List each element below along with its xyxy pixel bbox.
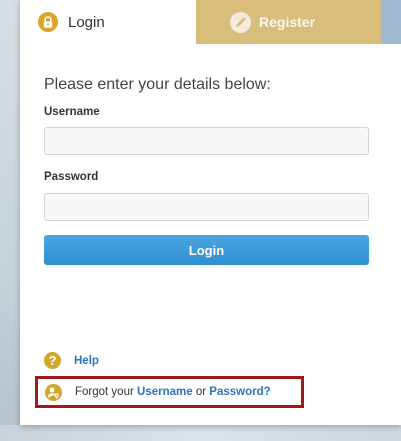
login-panel: Login Register Please enter your details… (20, 0, 401, 425)
form-intro: Please enter your details below: (44, 76, 271, 93)
username-label: Username (44, 106, 100, 118)
pencil-icon (230, 11, 251, 33)
tab-register-label: Register (259, 14, 316, 30)
question-icon: ? (44, 352, 61, 369)
tab-login[interactable]: Login (20, 0, 196, 44)
forgot-password-link[interactable]: Password? (209, 386, 270, 398)
help-link[interactable]: Help (74, 355, 99, 367)
forgot-conjunction: or (195, 386, 207, 398)
username-input[interactable] (44, 127, 369, 155)
tab-bar-edge (381, 0, 401, 44)
background-left (0, 0, 20, 441)
forgot-credentials-box: Forgot your Username or Password? (35, 376, 304, 408)
password-input[interactable] (44, 193, 369, 221)
forgot-prefix: Forgot your (75, 386, 134, 398)
lock-icon (38, 12, 58, 32)
user-key-icon (45, 383, 62, 401)
forgot-username-link[interactable]: Username (137, 386, 193, 398)
tab-login-label: Login (68, 13, 105, 31)
forgot-text: Forgot your Username or Password? (75, 386, 271, 398)
help-row: ? Help (44, 352, 99, 369)
tab-register[interactable]: Register (196, 0, 381, 44)
login-button[interactable]: Login (44, 235, 369, 265)
password-label: Password (44, 171, 99, 183)
background-bottom (0, 425, 401, 441)
tab-bar: Login Register (20, 0, 401, 44)
